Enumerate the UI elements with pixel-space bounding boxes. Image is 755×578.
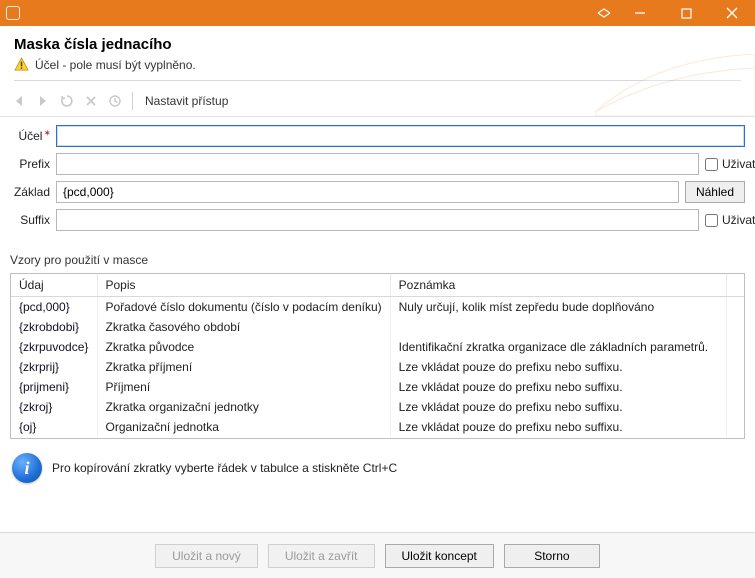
col-popis[interactable]: Popis <box>97 274 390 297</box>
cell-spacer <box>726 317 744 337</box>
access-settings-button[interactable]: Nastavit přístup <box>139 92 234 110</box>
zaklad-label: Základ <box>10 185 50 199</box>
cell-spacer <box>726 417 744 437</box>
cell-spacer <box>726 397 744 417</box>
table-row[interactable]: {pcd,000}Pořadové číslo dokumentu (číslo… <box>11 297 744 318</box>
cell-popis: Organizační jednotka <box>97 417 390 437</box>
table-row[interactable]: {zkrobdobi}Zkratka časového období <box>11 317 744 337</box>
dialog-button-bar: Uložit a nový Uložit a zavřít Uložit kon… <box>0 532 755 578</box>
cell-poznamka: Lze vkládat pouze do prefixu nebo suffix… <box>390 377 726 397</box>
cell-udaj: {zkrprij} <box>11 357 97 377</box>
suffix-editable-checkbox[interactable]: Uživatelsky editovatelné <box>705 213 745 227</box>
prefix-label: Prefix <box>10 157 50 171</box>
cell-udaj: {prijmeni} <box>11 377 97 397</box>
preview-button[interactable]: Náhled <box>685 181 745 203</box>
cancel-button[interactable]: Storno <box>504 544 600 568</box>
cell-poznamka: Lze vkládat pouze do prefixu nebo suffix… <box>390 417 726 437</box>
validation-warning: Účel - pole musí být vyplněno. <box>14 57 741 72</box>
cell-udaj: {zkrpuvodce} <box>11 337 97 357</box>
cell-spacer <box>726 297 744 318</box>
refresh-button[interactable] <box>56 90 78 112</box>
prefix-editable-checkbox[interactable]: Uživatelsky editovatelné <box>705 157 745 171</box>
dialog-title: Maska čísla jednacího <box>14 36 741 53</box>
ucel-input[interactable] <box>56 125 745 147</box>
table-row[interactable]: {zkroj}Zkratka organizační jednotkyLze v… <box>11 397 744 417</box>
table-row[interactable]: {zkrprij}Zkratka příjmeníLze vkládat pou… <box>11 357 744 377</box>
cell-poznamka: Identifikační zkratka organizace dle zák… <box>390 337 726 357</box>
required-mark: ✶ <box>43 128 51 138</box>
cell-udaj: {zkrobdobi} <box>11 317 97 337</box>
patterns-section: Vzory pro použití v masce Údaj Popis Poz… <box>10 253 745 439</box>
col-udaj[interactable]: Údaj <box>11 274 97 297</box>
toolbar: Nastavit přístup <box>0 87 755 117</box>
nav-back-button[interactable] <box>8 90 30 112</box>
cell-poznamka: Nuly určují, kolik míst zepředu bude dop… <box>390 297 726 318</box>
table-row[interactable]: {oj}Organizační jednotkaLze vkládat pouz… <box>11 417 744 437</box>
cell-udaj: {pcd,000} <box>11 297 97 318</box>
patterns-title: Vzory pro použití v masce <box>10 253 745 267</box>
cell-popis: Zkratka organizační jednotky <box>97 397 390 417</box>
col-scroll-spacer <box>726 274 744 297</box>
warning-icon <box>14 57 29 72</box>
save-draft-button[interactable]: Uložit koncept <box>385 544 494 568</box>
minimize-button[interactable] <box>617 0 663 26</box>
history-button[interactable] <box>104 90 126 112</box>
cell-popis: Zkratka původce <box>97 337 390 357</box>
cell-poznamka: Lze vkládat pouze do prefixu nebo suffix… <box>390 397 726 417</box>
cell-popis: Zkratka časového období <box>97 317 390 337</box>
info-text: Pro kopírování zkratky vyberte řádek v t… <box>52 461 397 475</box>
ucel-label: Účel✶ <box>10 129 50 143</box>
cell-popis: Pořadové číslo dokumentu (číslo v podací… <box>97 297 390 318</box>
app-icon <box>6 6 20 20</box>
patterns-table-wrap: Údaj Popis Poznámka {pcd,000}Pořadové čí… <box>10 273 745 439</box>
col-poznamka[interactable]: Poznámka <box>390 274 726 297</box>
table-header-row: Údaj Popis Poznámka <box>11 274 744 297</box>
nav-forward-button[interactable] <box>32 90 54 112</box>
cell-popis: Zkratka příjmení <box>97 357 390 377</box>
save-and-new-button[interactable]: Uložit a nový <box>155 544 258 568</box>
suffix-input[interactable] <box>56 209 699 231</box>
cell-spacer <box>726 377 744 397</box>
close-button[interactable] <box>709 0 755 26</box>
table-row[interactable]: {prijmeni}PříjmeníLze vkládat pouze do p… <box>11 377 744 397</box>
prefix-editable-label: Uživatelsky editovatelné <box>722 157 755 171</box>
prefix-input[interactable] <box>56 153 699 175</box>
cell-spacer <box>726 337 744 357</box>
patterns-table: Údaj Popis Poznámka {pcd,000}Pořadové čí… <box>11 274 744 437</box>
cell-poznamka: Lze vkládat pouze do prefixu nebo suffix… <box>390 357 726 377</box>
cell-popis: Příjmení <box>97 377 390 397</box>
window-titlebar <box>0 0 755 26</box>
table-row[interactable]: {zkrpuvodce}Zkratka původceIdentifikační… <box>11 337 744 357</box>
info-bar: i Pro kopírování zkratky vyberte řádek v… <box>12 453 745 483</box>
info-icon: i <box>12 453 42 483</box>
cell-spacer <box>726 357 744 377</box>
maximize-button[interactable] <box>663 0 709 26</box>
validation-warning-text: Účel - pole musí být vyplněno. <box>35 58 196 72</box>
prefix-editable-check[interactable] <box>705 158 718 171</box>
cell-udaj: {zkroj} <box>11 397 97 417</box>
resize-grip-icon <box>591 0 617 26</box>
cancel-edit-button[interactable] <box>80 90 102 112</box>
toolbar-separator <box>132 92 133 110</box>
cell-udaj: {oj} <box>11 417 97 437</box>
suffix-label: Suffix <box>10 213 50 227</box>
save-and-close-button[interactable]: Uložit a zavřít <box>268 544 375 568</box>
cell-poznamka <box>390 317 726 337</box>
dialog-header: Maska čísla jednacího Účel - pole musí b… <box>0 26 755 87</box>
suffix-editable-label: Uživatelsky editovatelné <box>722 213 755 227</box>
divider <box>14 80 741 81</box>
suffix-editable-check[interactable] <box>705 214 718 227</box>
form: Účel✶ Prefix Uživatelsky editovatelné Zá… <box>0 117 755 239</box>
zaklad-input[interactable] <box>56 181 679 203</box>
